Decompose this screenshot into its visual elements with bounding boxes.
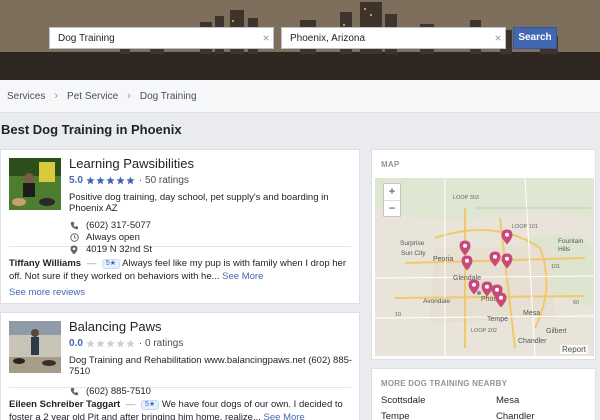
star-icon [96,176,105,185]
clock-icon [69,233,79,243]
nearby-list: Scottsdale Mesa Tempe Chandler [381,395,591,420]
map-road-label: LOOP 101 [512,224,538,230]
rating-row: 0.0 · 0 ratings [69,338,353,349]
page-title: Best Dog Training in Phoenix [1,122,182,137]
nearby-label: MORE DOG TRAINING NEARBY [381,379,508,388]
hours-text: Always open [86,232,140,243]
phone-line: (602) 885-7510 [69,386,353,397]
zoom-out-button[interactable]: − [384,200,400,216]
nearby-link[interactable]: Scottsdale [381,395,496,406]
hours-line: Always open [69,232,353,243]
review-dash: — [125,399,136,410]
phone-line: (602) 317-5077 [69,220,353,231]
star-icon [126,339,135,348]
business-card: Balancing Paws 0.0 · 0 ratings Dog Train… [0,312,360,420]
search-query-field[interactable]: × [49,27,274,49]
star-icon [86,176,95,185]
map-place-label: Sun City [401,250,426,257]
map-pin-icon[interactable] [461,255,473,271]
map-label: MAP [381,160,400,169]
clear-query-icon[interactable]: × [259,28,273,48]
phone-number[interactable]: (602) 885-7510 [86,386,151,397]
zoom-in-button[interactable]: + [384,184,400,200]
map-road-label: 60 [573,300,580,306]
map-view[interactable]: Peoria Glendale Phoenix Tempe Mesa Chand… [375,178,594,356]
phone-icon [69,221,79,231]
map-pin-icon[interactable] [489,251,501,267]
map-road-label: 101 [551,264,561,270]
star-icon [126,176,135,185]
breadcrumb-separator: › [127,90,131,102]
map-place-label: Peoria [433,256,454,263]
business-photo[interactable] [9,158,61,210]
see-more-link[interactable]: See More [222,271,263,282]
business-name[interactable]: Learning Pawsibilities [69,156,353,171]
reviewer-name[interactable]: Eileen Schreiber Taggart [9,399,120,410]
address-line: 4019 N 32nd St [69,244,353,255]
map-road-label: LOOP 202 [471,328,497,334]
map-pin-icon[interactable] [468,279,480,295]
review-rating-badge: 5★ [101,259,121,269]
business-card: Learning Pawsibilities 5.0 · 50 ratings … [0,149,360,304]
star-icon [86,339,95,348]
breadcrumb: Services › Pet Service › Dog Training [0,80,600,113]
search-query-input[interactable] [50,28,259,48]
ratings-count[interactable]: · 50 ratings [139,175,189,186]
map-place-label: Chandler [518,338,547,345]
see-more-link[interactable]: See More [264,412,305,420]
star-icon [116,176,125,185]
address-text[interactable]: 4019 N 32nd St [86,244,152,255]
map-place-label: Gilbert [546,328,567,335]
map-zoom-control: + − [383,183,401,217]
rating-value: 0.0 [69,338,83,349]
breadcrumb-services[interactable]: Services [7,91,45,102]
map-place-label: Surprise [400,240,425,247]
ratings-count[interactable]: · 0 ratings [139,338,183,349]
search-location-input[interactable] [282,28,491,48]
map-road-label: 10 [395,312,402,318]
nearby-panel: MORE DOG TRAINING NEARBY Scottsdale Mesa… [371,368,596,420]
phone-number[interactable]: (602) 317-5077 [86,220,151,231]
reviewer-name[interactable]: Tiffany Williams [9,258,81,269]
star-rating [86,176,136,185]
search-button[interactable]: Search [513,27,557,49]
review-rating-badge: 5★ [141,400,160,410]
breadcrumb-pet-service[interactable]: Pet Service [67,91,118,102]
map-panel: MAP Peoria Glendale Phoenix Tempe Mesa C… [371,149,596,360]
star-icon [96,339,105,348]
nearby-link[interactable]: Chandler [496,411,591,420]
rating-row: 5.0 · 50 ratings [69,175,353,186]
map-pin-icon[interactable] [495,292,507,308]
star-icon [106,176,115,185]
nearby-link[interactable]: Mesa [496,395,591,406]
star-icon [116,339,125,348]
breadcrumb-dog-training: Dog Training [139,90,197,102]
map-place-label: Tempe [487,316,509,323]
map-pin-icon[interactable] [501,229,513,245]
map-place-label: Fountain Hills [558,238,584,253]
map-pin-icon[interactable] [459,240,471,256]
rating-value: 5.0 [69,175,83,186]
breadcrumb-separator: › [54,90,59,102]
map-place-label: Mesa [523,310,541,317]
map-report-link[interactable]: Report [559,345,588,354]
business-description: Dog Training and Rehabilitation www.bala… [69,355,353,377]
map-place-label: Avondale [423,298,450,305]
business-description: Positive dog training, day school, pet s… [69,192,329,214]
map-road-label: LOOP 303 [453,195,479,201]
location-pin-icon [69,245,79,255]
phone-icon [69,387,79,397]
review-dash: — [86,258,97,269]
see-more-reviews-link[interactable]: See more reviews [1,283,359,298]
clear-location-icon[interactable]: × [491,28,505,48]
business-name[interactable]: Balancing Paws [69,319,353,334]
nearby-link[interactable]: Tempe [381,411,496,420]
map-pin-icon[interactable] [501,253,513,269]
search-location-field[interactable]: × [281,27,506,49]
star-rating [86,339,136,348]
business-photo[interactable] [9,321,61,373]
star-icon [106,339,115,348]
